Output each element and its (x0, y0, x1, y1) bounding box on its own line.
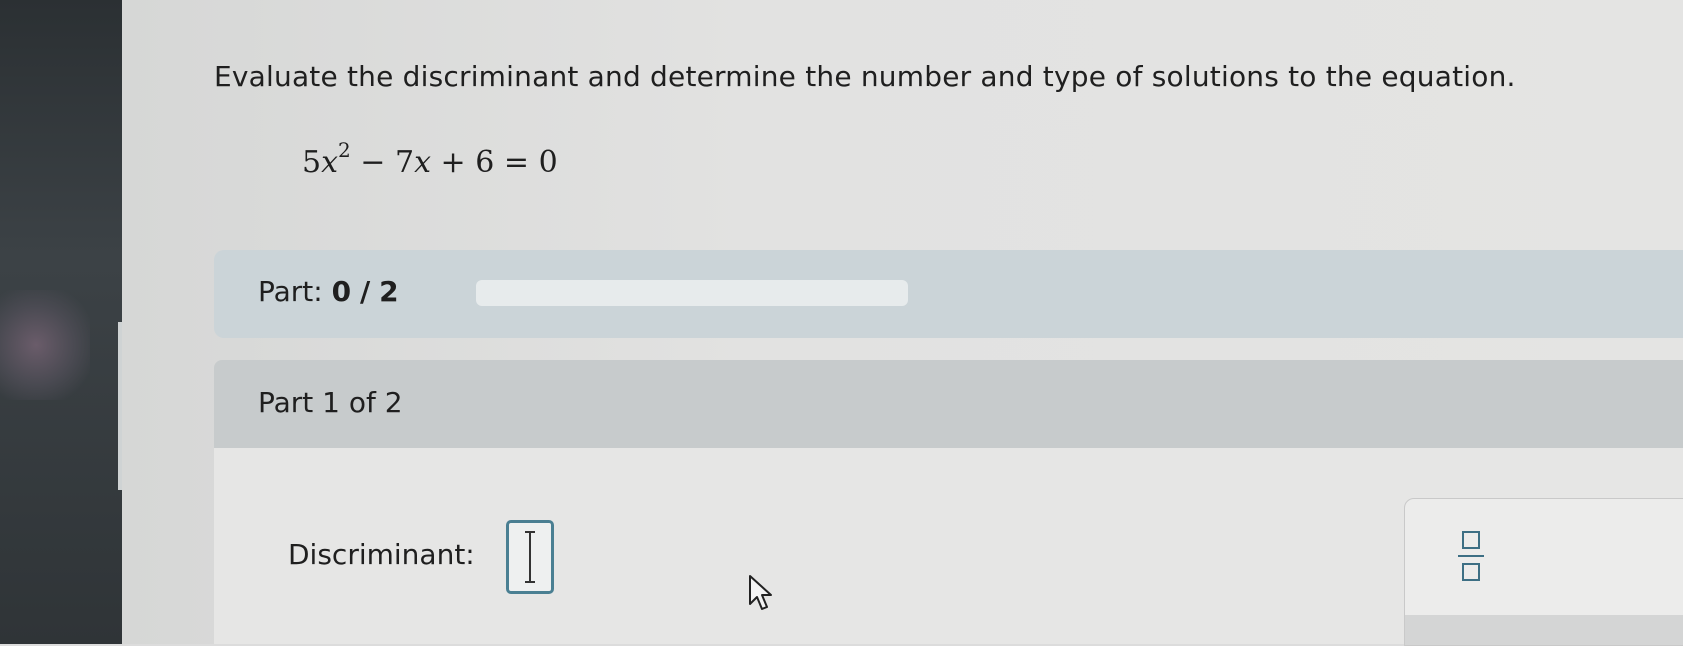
discriminant-input[interactable] (506, 520, 554, 594)
part-header: Part 1 of 2 (214, 360, 1683, 448)
equation-exponent: 2 (338, 138, 351, 162)
progress-total: 2 (379, 275, 399, 308)
keypad-bottom-row (1405, 615, 1683, 645)
equation-var-x2: x (414, 145, 431, 180)
part-body: Discriminant: (214, 448, 1683, 646)
progress-separator: / (360, 275, 371, 308)
left-edge-glow (0, 290, 90, 400)
progress-track (476, 280, 908, 306)
left-edge-background (0, 0, 122, 644)
part-progress-bar: Part: 0 / 2 (214, 250, 1683, 338)
mouse-pointer-icon (749, 575, 772, 610)
progress-completed: 0 (331, 275, 352, 308)
equation-coef-a: 5 (302, 145, 322, 180)
equation-plus: + (440, 145, 466, 180)
equation-var-x: x (321, 145, 339, 180)
fraction-icon (1462, 531, 1480, 549)
equation-equals: = (503, 145, 530, 180)
equation-coef-b: 7 (394, 145, 415, 180)
fraction-button[interactable] (1451, 523, 1491, 589)
part-title: Part 1 of 2 (258, 386, 403, 419)
question-page: Evaluate the discriminant and determine … (122, 0, 1683, 646)
equation-constant: 6 (475, 145, 495, 180)
question-prompt: Evaluate the discriminant and determine … (214, 60, 1516, 93)
progress-label: Part: 0 / 2 (258, 275, 399, 308)
equation-rhs: 0 (538, 145, 558, 180)
progress-label-text: Part: (258, 275, 323, 308)
math-keypad (1404, 498, 1683, 646)
fraction-bar (1458, 555, 1484, 557)
equation-minus: − (360, 145, 386, 180)
fraction-denominator-box (1462, 563, 1480, 581)
text-caret-icon (525, 531, 535, 583)
discriminant-label: Discriminant: (288, 538, 475, 571)
equation: 5x2 − 7x + 6 = 0 (302, 138, 558, 180)
